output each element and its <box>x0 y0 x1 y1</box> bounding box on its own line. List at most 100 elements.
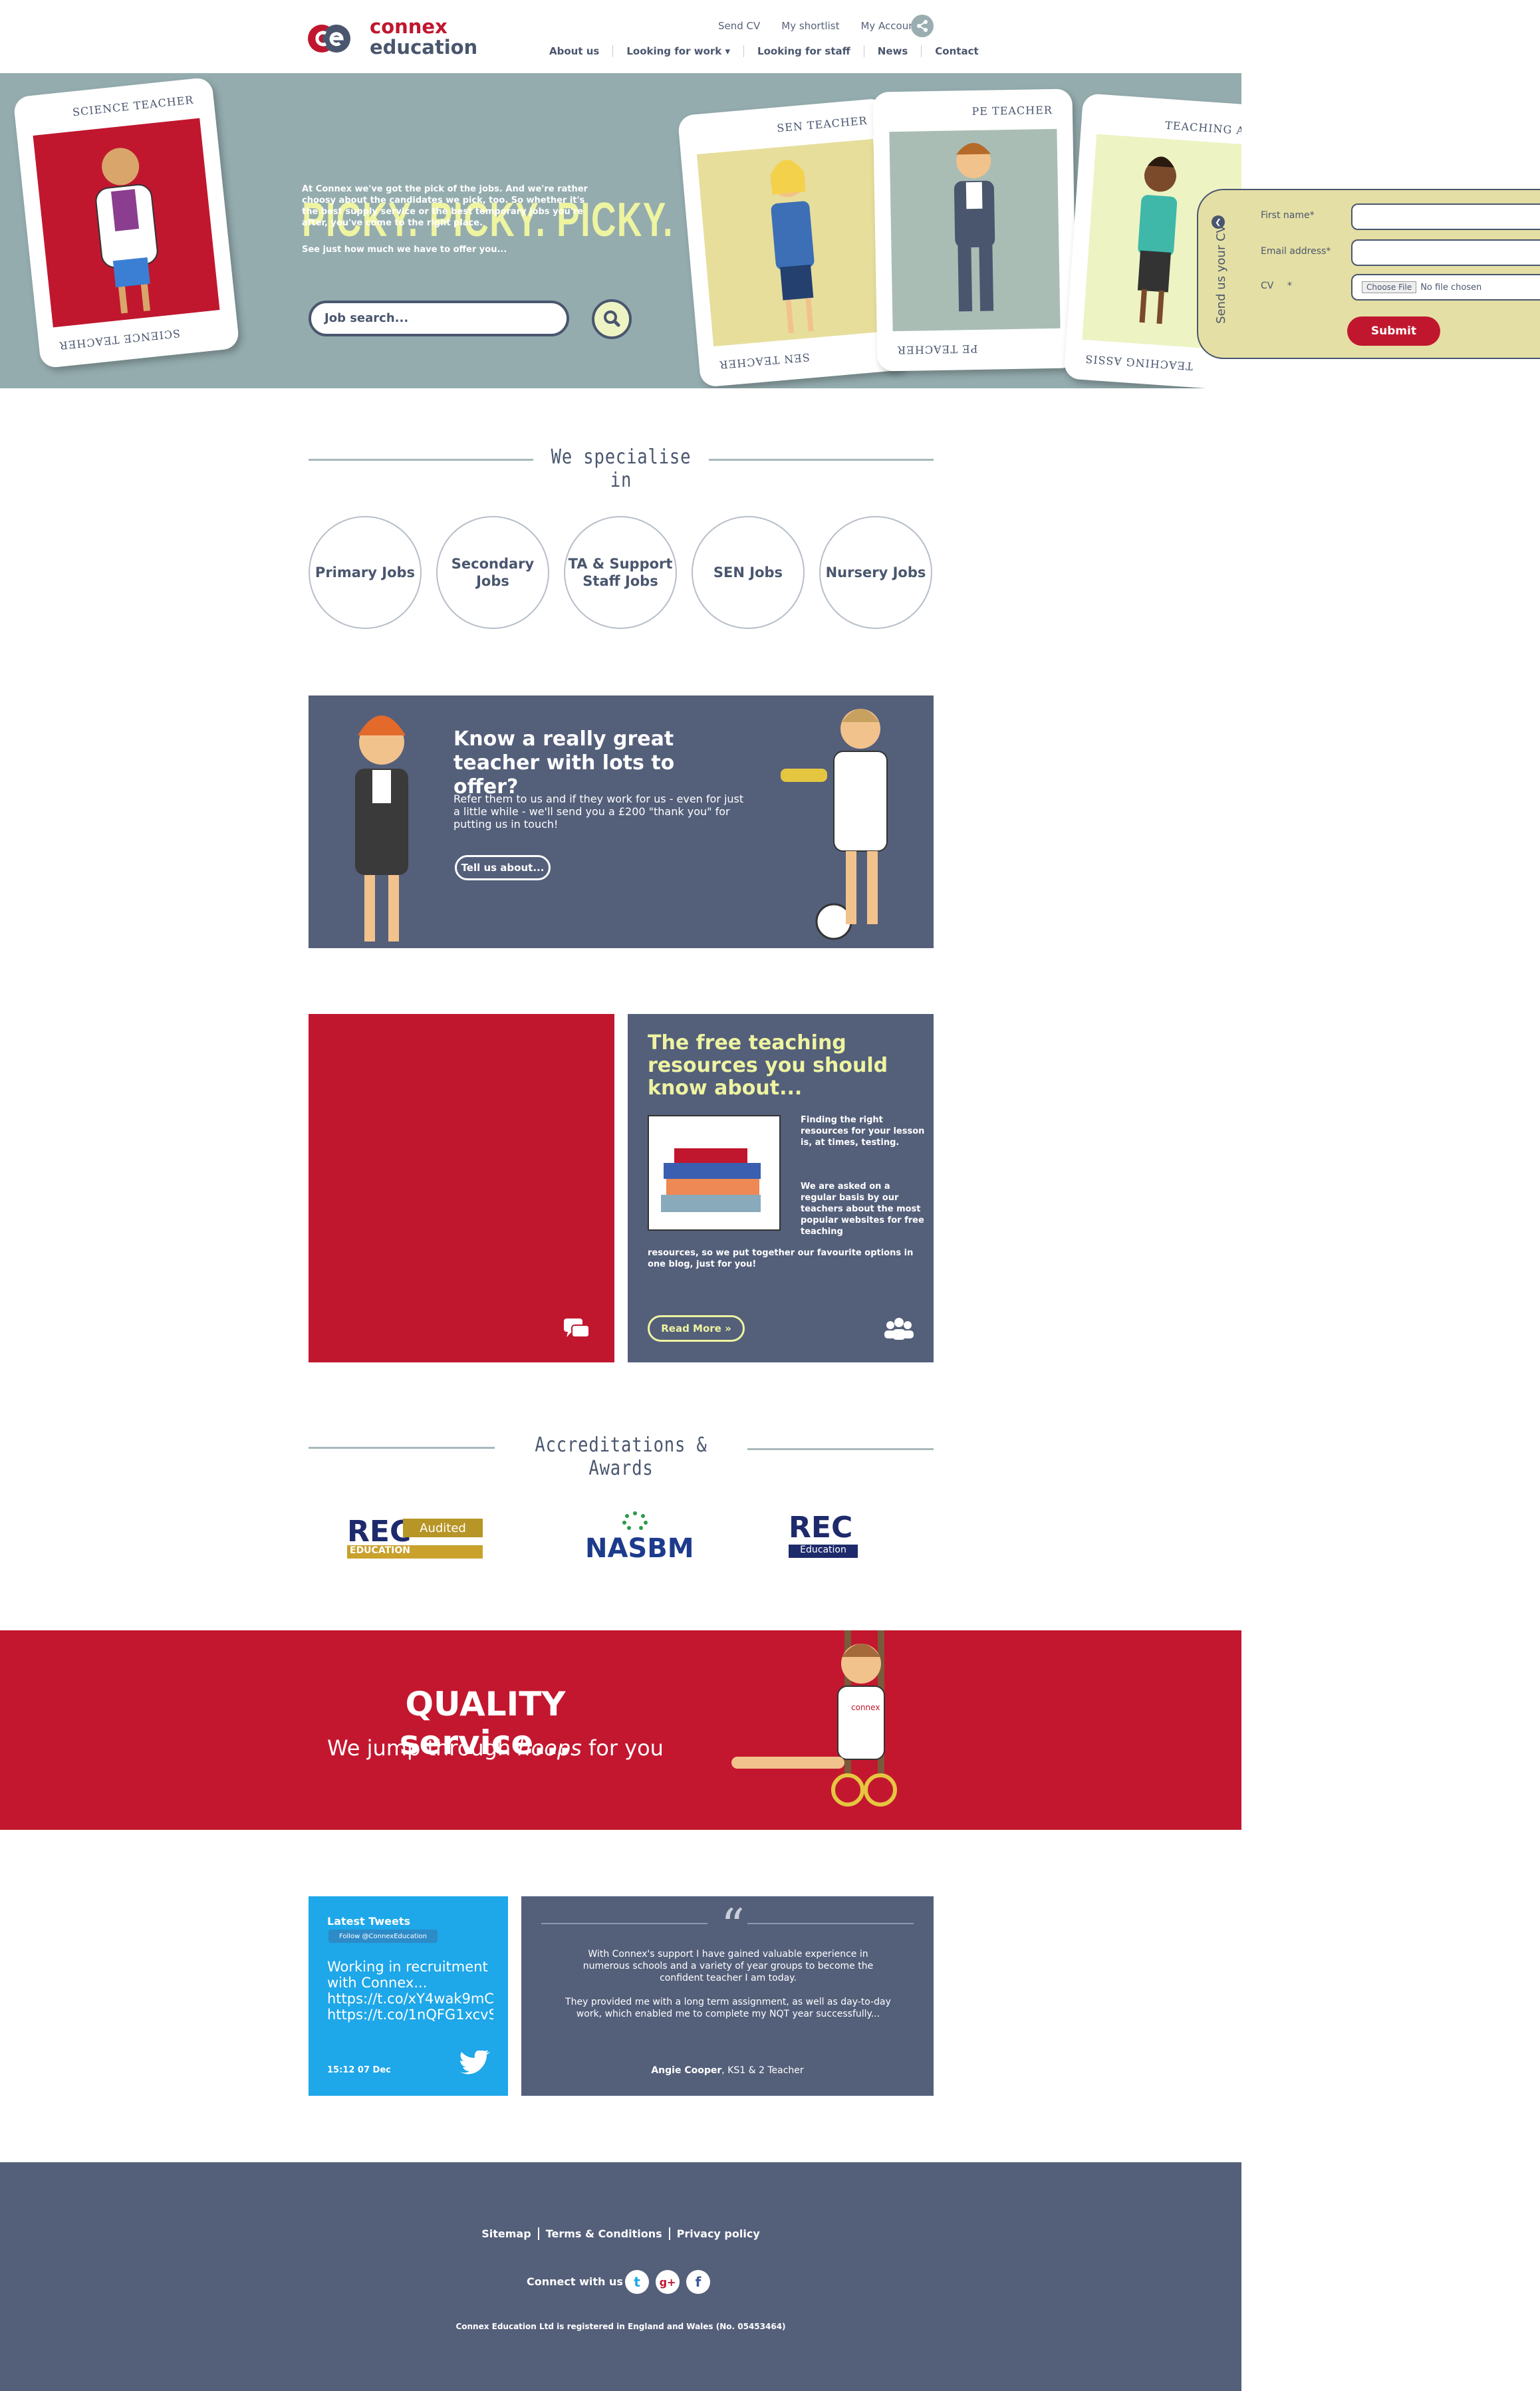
search-button[interactable] <box>592 299 632 339</box>
divider-line <box>309 1447 495 1449</box>
red-feature-panel[interactable] <box>309 1014 614 1362</box>
gymnast-illustration: connex <box>731 1630 897 1807</box>
share-icon[interactable] <box>911 15 934 37</box>
rec-education-bar: EDUCATION <box>347 1545 483 1559</box>
card-label-bottom: SEN TEACHER <box>718 350 811 372</box>
top-links: Send CV My shortlist My Account <box>718 20 919 32</box>
email-input[interactable] <box>1351 239 1540 266</box>
testimonial-text: With Connex's support I have gained valu… <box>565 1948 891 2020</box>
pe-teacher-card: PE TEACHER PE TEACHER <box>872 88 1077 372</box>
read-more-button[interactable]: Read More » <box>648 1315 745 1342</box>
secondary-jobs-label: Secondary Jobs <box>451 556 535 589</box>
main-nav: About us Looking for work ▾ Looking for … <box>549 45 992 57</box>
first-name-label: First name* <box>1261 210 1315 221</box>
latest-tweets-title: Latest Tweets <box>327 1915 411 1928</box>
books-illustration <box>648 1115 781 1231</box>
nav-looking-for-staff[interactable]: Looking for staff <box>744 45 864 57</box>
specialise-title: We specialise in <box>551 445 692 492</box>
nav-looking-for-staff-label: Looking for staff <box>757 45 850 57</box>
divider-line <box>309 459 533 461</box>
resources-text-1: Finding the right resources for your les… <box>801 1115 925 1148</box>
connect-with-us-label: Connect with us <box>527 2275 623 2288</box>
search-icon <box>604 311 620 327</box>
rec-letters: REC <box>347 1515 412 1549</box>
cv-required-star: * <box>1287 281 1292 291</box>
card-label: TEACHING ASSISTANT <box>1164 118 1241 142</box>
quality-sub-em: hoops <box>517 1735 582 1761</box>
nursery-jobs-button[interactable]: Nursery Jobs <box>819 516 932 629</box>
privacy-link[interactable]: Privacy policy <box>670 2227 767 2240</box>
tweet-timestamp: 15:12 07 Dec <box>327 2065 391 2075</box>
tweet-line-2: with Connex... <box>327 1975 428 1991</box>
tell-us-about-button[interactable]: Tell us about... <box>455 855 551 880</box>
logo-text-education[interactable]: education <box>370 37 477 58</box>
divider-line <box>541 1923 707 1924</box>
card-illustration <box>696 138 890 347</box>
testimonial-author: Angie Cooper, KS1 & 2 Teacher <box>521 2065 934 2076</box>
card-label: SEN TEACHER <box>776 114 868 135</box>
first-name-input[interactable] <box>1351 203 1540 230</box>
refer-text: Refer them to us and if they work for us… <box>453 793 744 830</box>
nav-news-label: News <box>877 45 908 57</box>
twitter-icon[interactable]: t <box>625 2270 649 2294</box>
primary-jobs-button[interactable]: Primary Jobs <box>309 516 422 629</box>
chevron-down-icon: ▾ <box>725 45 731 57</box>
refer-title: Know a really great teacher with lots to… <box>453 727 675 799</box>
sen-jobs-button[interactable]: SEN Jobs <box>692 516 805 629</box>
send-cv-tab-label: Send us your CV <box>1214 224 1228 324</box>
teacher-illustration <box>355 715 408 942</box>
rec-audited-logo: REC Audited EDUCATION <box>347 1515 483 1561</box>
pe-teacher-illustration <box>954 143 995 312</box>
nav-contact[interactable]: Contact <box>922 45 991 57</box>
scientist-illustration <box>95 148 158 314</box>
my-shortlist-link[interactable]: My shortlist <box>781 20 839 32</box>
logo-text-connex[interactable]: connex <box>370 16 448 37</box>
rec-letters-2: REC <box>789 1511 853 1545</box>
hero-text-2: See just how much we have to offer you..… <box>302 245 507 255</box>
nav-about-us[interactable]: About us <box>549 45 614 57</box>
tweet-line-1: Working in recruitment <box>327 1959 488 1975</box>
terms-link[interactable]: Terms & Conditions <box>539 2227 670 2240</box>
footer-links: Sitemap Terms & Conditions Privacy polic… <box>0 2227 1241 2240</box>
quality-sub-post: for you <box>581 1735 664 1761</box>
divider-line <box>747 1448 934 1450</box>
cv-file-input[interactable]: Choose File No file chosen <box>1351 274 1540 301</box>
sporty-teacher-illustration <box>781 709 888 940</box>
logo-icon[interactable] <box>307 20 351 57</box>
card-label-bottom: PE TEACHER <box>896 342 978 357</box>
tweet-body: Working in recruitment with Connex... ht… <box>327 1959 493 2023</box>
nav-news[interactable]: News <box>864 45 922 57</box>
quote-icon: “ <box>721 1899 745 1953</box>
facebook-icon[interactable]: f <box>686 2270 710 2294</box>
quality-subtitle: We jump through hoops for you <box>319 1735 672 1761</box>
tweet-link-1[interactable]: https://t.co/xY4wak9mC <box>327 1991 493 2007</box>
nav-contact-label: Contact <box>935 45 979 57</box>
card-illustration <box>889 128 1061 332</box>
quality-sub-pre: We jump through <box>327 1735 518 1761</box>
nav-about-us-label: About us <box>549 45 600 57</box>
secondary-jobs-button[interactable]: Secondary Jobs <box>436 516 549 629</box>
choose-file-button[interactable]: Choose File <box>1362 281 1417 293</box>
rec-education-logo: REC Education <box>789 1511 858 1564</box>
submit-button[interactable]: Submit <box>1347 316 1440 346</box>
card-label: PE TEACHER <box>971 103 1053 118</box>
nasbm-logo: NASBM <box>585 1511 694 1564</box>
author-name: Angie Cooper <box>651 2065 722 2076</box>
job-search-input[interactable]: Job search... <box>309 301 569 336</box>
card-label-bottom: SCIENCE TEACHER <box>58 326 181 352</box>
ta-support-staff-jobs-label: TA & Support Staff Jobs <box>568 556 673 589</box>
group-icon <box>884 1318 914 1340</box>
resources-title: The free teaching resources you should k… <box>648 1031 888 1100</box>
tweet-link-2[interactable]: https://t.co/1nQFG1xcvS <box>327 2007 493 2023</box>
my-account-link[interactable]: My Account <box>860 20 918 32</box>
twitter-icon[interactable] <box>459 2051 491 2077</box>
follow-button[interactable]: Follow @ConnexEducation <box>328 1930 438 1943</box>
ta-support-staff-jobs-button[interactable]: TA & Support Staff Jobs <box>564 516 677 629</box>
google-plus-icon[interactable]: g+ <box>656 2270 680 2294</box>
resources-text-3: resources, so we put together our favour… <box>648 1248 914 1269</box>
sitemap-link[interactable]: Sitemap <box>475 2227 539 2240</box>
nav-looking-for-work[interactable]: Looking for work ▾ <box>613 45 745 57</box>
nursery-jobs-label: Nursery Jobs <box>825 565 926 580</box>
chat-icon <box>564 1319 590 1338</box>
send-cv-link[interactable]: Send CV <box>718 20 760 32</box>
